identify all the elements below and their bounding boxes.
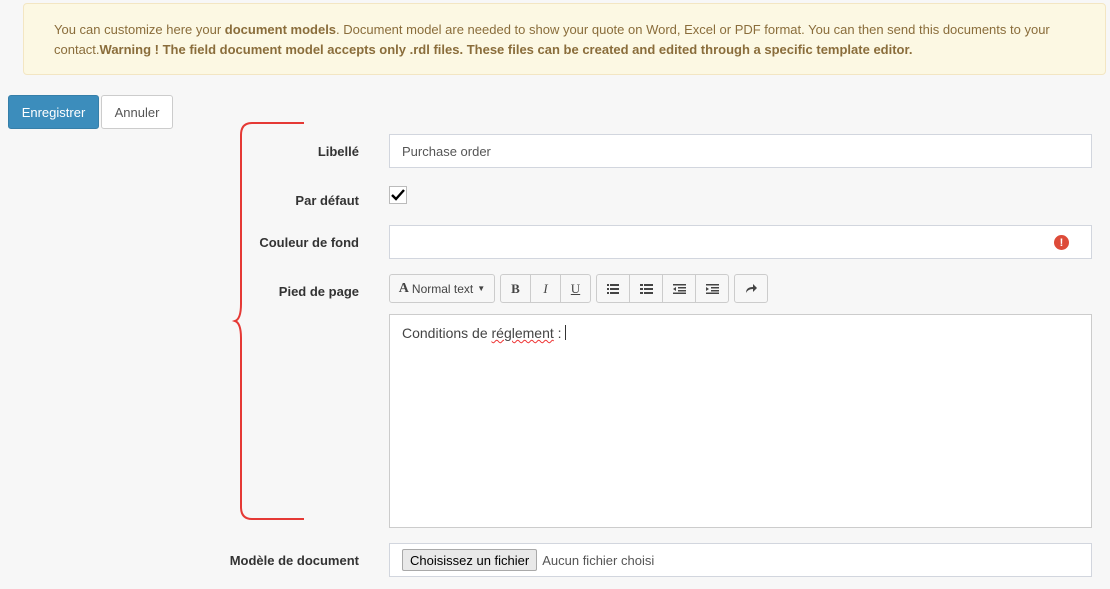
default-checkbox[interactable]: [389, 186, 407, 204]
text-format-icon: A: [398, 280, 409, 296]
underline-icon: U: [570, 280, 581, 296]
text-cursor: [564, 325, 566, 340]
annotation-brace: [231, 122, 304, 520]
libelle-input[interactable]: Purchase order: [389, 134, 1092, 168]
cancel-button[interactable]: Annuler: [101, 95, 173, 129]
unordered-list-icon: [607, 283, 619, 294]
redo-icon: [745, 284, 757, 293]
alert-warning: Warning ! The field document model accep…: [99, 42, 913, 57]
ordered-list-icon: [639, 283, 653, 294]
format-dropdown-label: Normal text: [411, 281, 474, 296]
italic-button[interactable]: I: [530, 274, 561, 303]
libelle-value: Purchase order: [402, 143, 491, 159]
ordered-list-button[interactable]: [629, 274, 663, 303]
caret-down-icon: ▼: [477, 284, 486, 293]
choose-file-button[interactable]: Choisissez un fichier: [402, 549, 538, 571]
save-button[interactable]: Enregistrer: [8, 95, 99, 129]
footer-text-1: Conditions de: [402, 325, 492, 341]
outdent-icon: [672, 283, 686, 294]
footer-label: Pied de page: [278, 284, 359, 299]
underline-button[interactable]: U: [560, 274, 591, 303]
indent-button[interactable]: [695, 274, 729, 303]
default-label: Par défaut: [295, 193, 359, 208]
bgcolor-input[interactable]: !: [389, 225, 1092, 259]
editor-toolbar: A Normal text ▼ B I U: [389, 274, 773, 304]
alert-bold-1: document models: [224, 22, 337, 37]
italic-icon: I: [543, 280, 548, 296]
unordered-list-button[interactable]: [596, 274, 630, 303]
footer-text-2: :: [553, 325, 562, 341]
bold-icon: B: [511, 280, 520, 296]
info-alert: You can customize here your document mod…: [23, 3, 1106, 75]
libelle-label: Libellé: [317, 144, 359, 159]
alert-text-1: You can customize here your: [54, 22, 225, 37]
error-icon: !: [1054, 235, 1069, 250]
footer-text-misspelled: réglement: [491, 325, 554, 341]
redo-button[interactable]: [734, 274, 768, 303]
indent-icon: [705, 283, 719, 294]
model-label: Modèle de document: [229, 553, 359, 568]
format-dropdown[interactable]: A Normal text ▼: [389, 274, 495, 303]
footer-editor[interactable]: Conditions de réglement :: [389, 314, 1092, 528]
model-file-input[interactable]: Choisissez un fichier Aucun fichier choi…: [389, 543, 1092, 577]
checkmark-icon: [391, 189, 405, 201]
bold-button[interactable]: B: [500, 274, 531, 303]
bgcolor-label: Couleur de fond: [259, 235, 359, 250]
outdent-button[interactable]: [662, 274, 696, 303]
file-status: Aucun fichier choisi: [542, 552, 655, 568]
